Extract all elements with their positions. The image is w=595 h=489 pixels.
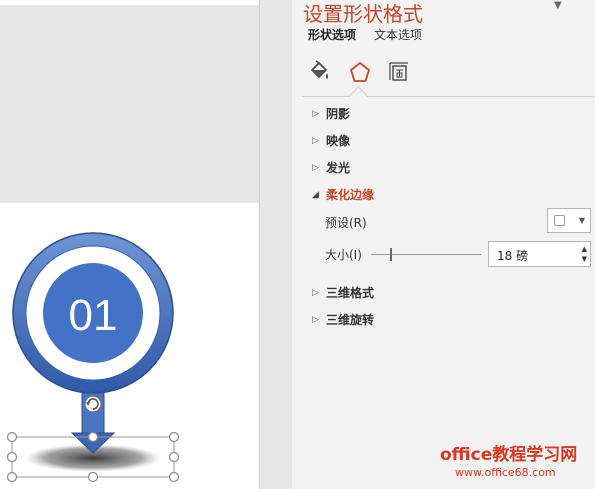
preset-dropdown[interactable]: ▼ — [547, 208, 591, 233]
slide-canvas-top — [0, 0, 259, 5]
spin-down-icon[interactable]: ▼ — [582, 255, 587, 263]
effects-pentagon-icon[interactable] — [345, 52, 375, 92]
watermark-title: office教程学习网 — [440, 445, 578, 465]
section-shadow[interactable]: ▷ 阴影 — [312, 105, 350, 122]
size-properties-icon[interactable] — [384, 52, 414, 92]
pane-options-dropdown-icon[interactable]: ▼ — [554, 0, 562, 11]
expand-arrow-icon: ▷ — [312, 162, 319, 173]
slide-graphic: 01 — [6, 232, 180, 483]
size-spinner[interactable]: 18 磅 ▲ ▼ — [488, 241, 591, 267]
tab-text-options[interactable]: 文本选项 — [374, 26, 422, 43]
pane-divider — [259, 0, 260, 489]
expand-arrow-icon: ▷ — [312, 287, 319, 298]
rotate-handle-icon[interactable] — [84, 395, 102, 413]
chevron-down-icon: ▼ — [578, 216, 585, 225]
size-slider-thumb[interactable] — [390, 248, 392, 261]
section-soft-edges[interactable]: ◢ 柔化边缘 — [312, 186, 374, 203]
watermark-url: www.office68.com — [455, 466, 556, 479]
section-3d-rotation[interactable]: ▷ 三维旋转 — [312, 311, 374, 328]
expand-arrow-icon: ▷ — [312, 135, 319, 146]
size-label: 大小(I) — [325, 248, 362, 262]
tab-underline — [302, 96, 595, 97]
preset-label: 预设(R) — [325, 216, 367, 230]
badge-number: 01 — [69, 291, 118, 340]
expand-arrow-icon: ▷ — [312, 314, 319, 325]
expand-arrow-icon: ▷ — [312, 108, 319, 119]
fill-line-icon[interactable] — [304, 52, 334, 92]
format-shape-pane: 设置形状格式 ▼ 形状选项 文本选项 ▷ 阴影 ▷ 映像 ▷ 发光 ◢ 柔化边缘 预设(… — [292, 0, 595, 489]
section-reflection[interactable]: ▷ 映像 — [312, 132, 350, 149]
size-value[interactable]: 18 磅 — [497, 247, 528, 264]
tab-shape-options[interactable]: 形状选项 — [308, 26, 356, 43]
section-glow[interactable]: ▷ 发光 — [312, 159, 350, 176]
spin-up-icon[interactable]: ▲ — [582, 245, 587, 253]
collapse-arrow-icon: ◢ — [312, 189, 319, 200]
section-3d-format[interactable]: ▷ 三维格式 — [312, 284, 374, 301]
size-slider-track[interactable] — [371, 254, 481, 255]
soft-edge-preset-swatch-icon — [554, 215, 565, 226]
pane-title: 设置形状格式 — [303, 2, 423, 26]
